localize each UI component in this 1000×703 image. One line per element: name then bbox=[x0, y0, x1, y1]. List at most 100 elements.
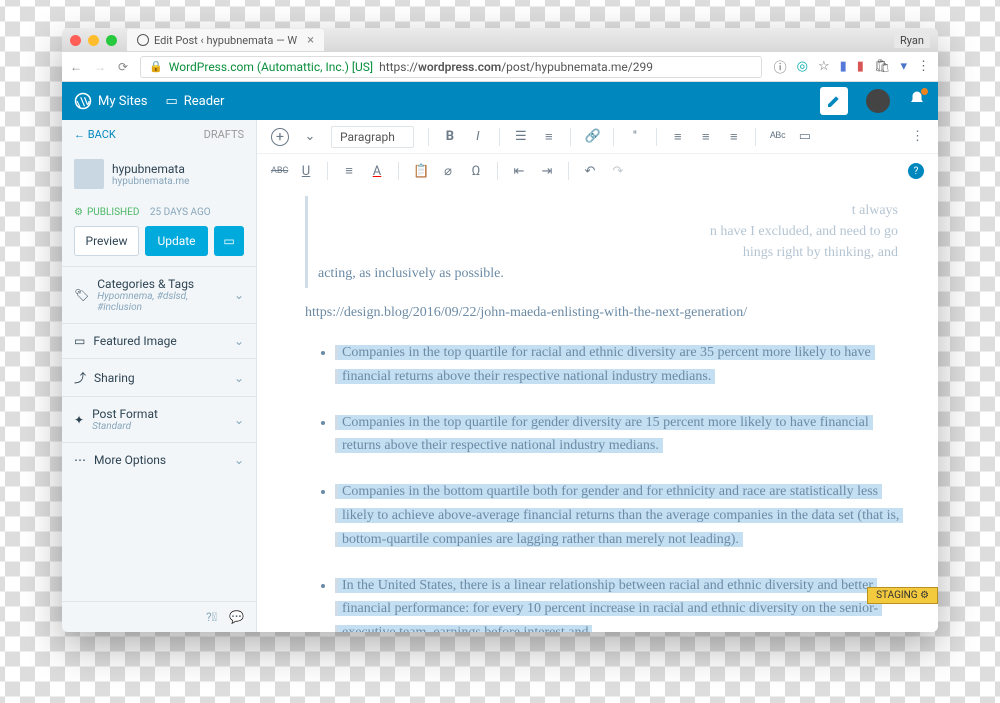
drafts-link[interactable]: DRAFTS bbox=[204, 128, 244, 141]
ext4-icon[interactable]: ▾ bbox=[900, 59, 907, 74]
wp-topbar: My Sites ▭ Reader bbox=[62, 82, 938, 120]
panel-more-options[interactable]: ⋯ More Options ⌄ bbox=[62, 442, 256, 477]
bullet-list: Companies in the top quartile for racial… bbox=[305, 341, 908, 632]
text-color-icon[interactable]: A bbox=[370, 164, 384, 179]
lock-icon: 🔒 bbox=[149, 60, 163, 73]
link-icon[interactable]: 🔗 bbox=[585, 129, 599, 144]
blockquote: t always n have I excluded, and need to … bbox=[305, 196, 908, 288]
star-icon[interactable]: ☆ bbox=[818, 59, 830, 74]
panel-sharing[interactable]: ⤴ Sharing ⌄ bbox=[62, 358, 256, 396]
paste-icon[interactable]: 📋 bbox=[413, 164, 427, 179]
preview-button[interactable]: Preview bbox=[74, 226, 139, 256]
menu-icon[interactable]: ⋮ bbox=[917, 59, 930, 74]
toolbar-secondary: ABC U ≡ A 📋 ⌀ Ω ⇤ ⇥ ↶ ↷ ? bbox=[257, 154, 938, 188]
avatar[interactable] bbox=[866, 89, 890, 113]
site-thumbnail bbox=[74, 159, 104, 189]
back-icon[interactable]: ← bbox=[70, 60, 82, 74]
format-icon: ✦ bbox=[74, 413, 84, 427]
url-bar: ← → ⟳ 🔒 WordPress.com (Automattic, Inc.)… bbox=[62, 52, 938, 82]
chat-icon[interactable]: 💬 bbox=[229, 610, 244, 624]
gear-icon[interactable]: ⚙ bbox=[920, 590, 929, 601]
align-left-icon[interactable]: ≡ bbox=[671, 129, 685, 145]
toolbar-primary: + ⌄ Paragraph B I ☰ ≡ 🔗 " ≡ ≡ ≡ ᴬᴮᶜ ▭ bbox=[257, 120, 938, 154]
italic-icon[interactable]: I bbox=[471, 129, 485, 144]
back-button[interactable]: ← BACK bbox=[74, 128, 116, 141]
schedule-button[interactable]: ▭ bbox=[214, 226, 244, 256]
update-button[interactable]: Update bbox=[145, 226, 208, 256]
list-item: In the United States, there is a linear … bbox=[335, 574, 908, 632]
ext1-icon[interactable]: ▮ bbox=[840, 59, 847, 74]
collapse-icon[interactable]: ▭ bbox=[798, 129, 812, 144]
underline-icon[interactable]: U bbox=[299, 164, 313, 179]
wordpress-icon bbox=[137, 34, 149, 46]
help-icon[interactable]: ?⃝ bbox=[206, 610, 217, 624]
main: ← BACK DRAFTS hypubnemata hypubnemata.me… bbox=[62, 120, 938, 632]
url-text: https://wordpress.com/post/hypubnemata.m… bbox=[379, 60, 653, 74]
panel-post-format[interactable]: ✦ Post Format Standard ⌄ bbox=[62, 396, 256, 442]
tab-close-icon[interactable]: × bbox=[307, 33, 314, 48]
help-button[interactable]: ? bbox=[908, 163, 924, 179]
forward-icon[interactable]: → bbox=[94, 60, 106, 74]
info-icon[interactable]: ⓘ bbox=[774, 57, 787, 76]
chevron-down-icon: ⌄ bbox=[234, 334, 244, 348]
ext2-icon[interactable]: ▮ bbox=[857, 59, 864, 74]
site-url: hypubnemata.me bbox=[112, 176, 189, 187]
chevron-down-icon: ⌄ bbox=[234, 288, 244, 302]
my-sites-link[interactable]: My Sites bbox=[74, 92, 147, 110]
maximize-icon[interactable] bbox=[106, 35, 117, 46]
insert-button[interactable]: + bbox=[271, 128, 289, 146]
bullet-list-icon[interactable]: ☰ bbox=[514, 129, 528, 144]
reader-link[interactable]: ▭ Reader bbox=[165, 94, 224, 109]
pencil-icon bbox=[826, 93, 842, 109]
align-right-icon[interactable]: ≡ bbox=[727, 129, 741, 145]
new-post-button[interactable] bbox=[820, 87, 848, 115]
spellcheck-icon[interactable]: ᴬᴮᶜ bbox=[770, 129, 784, 145]
sidebar: ← BACK DRAFTS hypubnemata hypubnemata.me… bbox=[62, 120, 257, 632]
redo-icon[interactable]: ↷ bbox=[611, 164, 625, 179]
number-list-icon[interactable]: ≡ bbox=[542, 129, 556, 145]
browser-extensions: ⓘ ◎ ☆ ▮ ▮ 🛍 ▾ ⋮ bbox=[774, 57, 930, 76]
address-input[interactable]: 🔒 WordPress.com (Automattic, Inc.) [US] … bbox=[140, 56, 762, 78]
calendar-icon: ▭ bbox=[223, 234, 234, 248]
ellipsis-icon: ⋯ bbox=[74, 453, 86, 467]
image-icon: ▭ bbox=[74, 334, 85, 348]
ext3-icon[interactable]: 🛍 bbox=[874, 59, 891, 74]
editor-content[interactable]: t always n have I excluded, and need to … bbox=[257, 188, 938, 632]
minimize-icon[interactable] bbox=[88, 35, 99, 46]
special-char-icon[interactable]: Ω bbox=[469, 164, 483, 179]
block-format-select[interactable]: Paragraph bbox=[331, 126, 414, 148]
panel-featured-image[interactable]: ▭ Featured Image ⌄ bbox=[62, 323, 256, 358]
profile-badge[interactable]: Ryan bbox=[894, 33, 930, 48]
notifications-icon[interactable] bbox=[908, 90, 926, 112]
more-menu-icon[interactable]: ⋮ bbox=[911, 129, 924, 144]
site-name: hypubnemata bbox=[112, 162, 189, 176]
tag-icon: 🏷 bbox=[74, 288, 89, 302]
reload-icon[interactable]: ⟳ bbox=[118, 60, 128, 74]
wordpress-logo-icon bbox=[74, 92, 92, 110]
ssl-company: WordPress.com (Automattic, Inc.) [US] bbox=[169, 60, 373, 74]
panel-categories[interactable]: 🏷 Categories & Tags Hypomnema, #dslsd, #… bbox=[62, 266, 256, 323]
target-icon[interactable]: ◎ bbox=[797, 59, 808, 74]
strikethrough-icon[interactable]: ABC bbox=[271, 166, 285, 176]
chevron-down-icon: ⌄ bbox=[234, 453, 244, 467]
staging-badge: STAGING ⚙ bbox=[867, 587, 938, 604]
site-switcher[interactable]: hypubnemata hypubnemata.me bbox=[62, 149, 256, 199]
reader-icon: ▭ bbox=[165, 94, 177, 109]
bold-icon[interactable]: B bbox=[443, 129, 457, 144]
list-item: Companies in the top quartile for gender… bbox=[335, 411, 908, 459]
editor: + ⌄ Paragraph B I ☰ ≡ 🔗 " ≡ ≡ ≡ ᴬᴮᶜ ▭ bbox=[257, 120, 938, 632]
clear-format-icon[interactable]: ⌀ bbox=[441, 164, 455, 179]
browser-tab[interactable]: Edit Post ‹ hypubnemata — W × bbox=[127, 29, 324, 51]
publish-status: ⚙ PUBLISHED 25 DAYS AGO bbox=[62, 199, 256, 226]
chevron-down-icon[interactable]: ⌄ bbox=[303, 129, 317, 144]
chevron-down-icon: ⌄ bbox=[234, 413, 244, 427]
chevron-down-icon: ⌄ bbox=[234, 371, 244, 385]
quote-icon[interactable]: " bbox=[628, 129, 642, 144]
align-justify-icon[interactable]: ≡ bbox=[342, 163, 356, 179]
align-center-icon[interactable]: ≡ bbox=[699, 129, 713, 145]
indent-icon[interactable]: ⇥ bbox=[540, 164, 554, 179]
source-link[interactable]: https://design.blog/2016/09/22/john-maed… bbox=[305, 302, 908, 323]
outdent-icon[interactable]: ⇤ bbox=[512, 164, 526, 179]
close-icon[interactable] bbox=[70, 35, 81, 46]
undo-icon[interactable]: ↶ bbox=[583, 164, 597, 179]
